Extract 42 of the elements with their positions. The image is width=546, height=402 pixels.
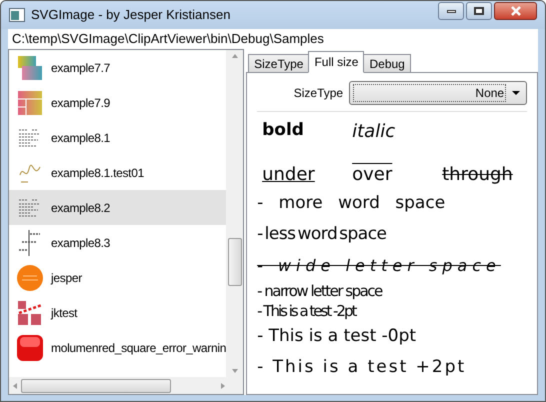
tab[interactable]: SizeType	[248, 54, 310, 73]
scrollbar-thumb[interactable]	[228, 238, 242, 286]
sample-text-line: - This is a test +2pt	[257, 356, 466, 379]
tab[interactable]: Full size	[308, 51, 364, 73]
overline-sample-text: over	[351, 163, 394, 187]
horizontal-scrollbar[interactable]	[9, 377, 244, 394]
minimize-icon	[446, 10, 456, 12]
grid-thumbnail-icon	[18, 90, 42, 114]
path-field[interactable]: C:\temp\SVGImage\ClipArtViewer\bin\Debug\Samples	[8, 29, 538, 49]
bold-sample-text: bold	[261, 119, 305, 142]
sample-text-line: - less word space	[257, 222, 387, 246]
sample-text-line: - This is a test -2pt	[257, 300, 356, 322]
vertical-scrollbar[interactable]	[226, 50, 244, 377]
close-button[interactable]	[494, 2, 537, 20]
scroll-up-arrow-icon	[232, 54, 238, 58]
app-window-icon	[9, 8, 25, 22]
file-list-item[interactable]: example8.2	[9, 190, 226, 225]
sample-text-line: - more word space	[257, 192, 446, 215]
rounded-square-icon	[17, 334, 43, 360]
scrollbar-thumb[interactable]	[21, 378, 171, 392]
maximize-button[interactable]	[466, 2, 492, 20]
size-type-label: SizeType	[294, 85, 344, 102]
dropdown-caret-icon	[512, 91, 520, 95]
circle-logo-icon	[17, 264, 43, 290]
tab[interactable]: Debug	[363, 54, 411, 73]
gradient-thumbnail-icon	[18, 56, 42, 80]
size-type-dropdown[interactable]: None	[349, 81, 528, 105]
window-title: SVGImage - by Jesper Kristiansen	[31, 6, 230, 24]
underline-sample-text: under	[261, 163, 316, 187]
close-icon	[510, 6, 522, 16]
minimize-button[interactable]	[438, 2, 464, 20]
scroll-down-arrow-icon	[232, 369, 238, 373]
blocks-icon	[17, 300, 43, 326]
scroll-left-arrow-icon	[13, 382, 17, 388]
scroll-right-arrow-icon	[221, 382, 226, 388]
maximize-icon	[474, 7, 484, 15]
sample-text-line: - narrow letter space	[257, 280, 382, 302]
text-anchor-thumbnail-icon	[18, 230, 42, 256]
sample-text-line: - wide letter space	[257, 254, 501, 276]
sample-text-line: - This is a test -0pt	[257, 324, 416, 348]
strikethrough-sample-text: through	[441, 163, 514, 187]
italic-sample-text: italic	[351, 120, 396, 144]
